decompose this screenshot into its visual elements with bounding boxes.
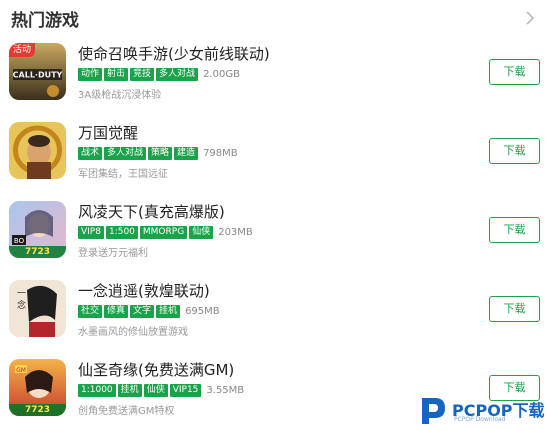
- game-tag: 动作: [78, 67, 103, 81]
- game-size: 3.55MB: [206, 384, 245, 396]
- game-tag: 仙侠: [143, 383, 168, 397]
- game-tag: 竞技: [130, 67, 155, 81]
- game-tag: MMORPG: [139, 225, 188, 239]
- call-of-duty-game-icon[interactable]: CALL·DUTY 活动: [9, 43, 66, 100]
- section-title: 热门游戏: [11, 11, 79, 31]
- svg-text:CALL·DUTY: CALL·DUTY: [13, 71, 63, 80]
- game-tag: 多人对战: [104, 146, 147, 160]
- game-tag: 多人对战: [156, 67, 199, 81]
- site-badge: 7723: [9, 404, 66, 416]
- site-badge: 7723: [9, 246, 66, 258]
- game-meta: 社交 修真 文字 挂机 695MB: [78, 304, 220, 318]
- game-description: 3A级枪战沉浸体验: [78, 90, 162, 101]
- game-meta: 1:1000 挂机 仙侠 VIP15 3.55MB: [78, 383, 244, 397]
- svg-text:一: 一: [17, 289, 26, 299]
- game-tag: 策略: [148, 146, 173, 160]
- game-name[interactable]: 一念逍遥(敦煌联动): [78, 280, 210, 301]
- game-tag: 修真: [104, 304, 129, 318]
- activity-ribbon: 活动: [9, 43, 36, 57]
- watermark: PCPOP下载 PCPOP Download: [416, 392, 548, 431]
- fengling-tianxia-game-icon[interactable]: BO 7723: [9, 201, 66, 258]
- game-name[interactable]: 仙圣奇缘(免费送满GM): [78, 359, 234, 380]
- game-size: 695MB: [185, 305, 220, 317]
- download-button[interactable]: 下载: [489, 138, 540, 164]
- game-tag: 仙侠: [189, 225, 214, 239]
- game-tag: 挂机: [117, 383, 142, 397]
- game-tag: 射击: [104, 67, 129, 81]
- game-description: 登录送万元福利: [78, 248, 148, 259]
- game-size: 798MB: [203, 147, 238, 159]
- game-meta: 动作 射击 竞技 多人对战 2.00GB: [78, 67, 240, 81]
- game-row[interactable]: 一 念 一念逍遥(敦煌联动) 社交 修真 文字 挂机 695MB 水墨画风的修仙…: [0, 273, 548, 352]
- svg-text:念: 念: [17, 299, 26, 311]
- game-description: 水墨画风的修仙放置游戏: [78, 327, 188, 338]
- pcpop-logo-icon: [422, 398, 445, 424]
- game-name[interactable]: 使命召唤手游(少女前线联动): [78, 43, 270, 64]
- svg-text:GM: GM: [16, 367, 26, 374]
- game-description: 创角免费送满GM特权: [78, 406, 175, 417]
- svg-text:BO: BO: [14, 237, 25, 245]
- yinian-xiaoyao-game-icon[interactable]: 一 念: [9, 280, 66, 337]
- game-row[interactable]: CALL·DUTY 活动 使命召唤手游(少女前线联动) 动作 射击 竞技 多人对…: [0, 36, 548, 115]
- game-row[interactable]: BO 7723 风凌天下(真充高爆版) VIP8 1:500 MMORPG 仙侠…: [0, 194, 548, 273]
- watermark-subtext: PCPOP Download: [454, 416, 506, 423]
- game-meta: 战术 多人对战 策略 建造 798MB: [78, 146, 238, 160]
- game-tag: 建造: [174, 146, 199, 160]
- download-button[interactable]: 下载: [489, 59, 540, 85]
- game-tag: 战术: [78, 146, 103, 160]
- game-meta: VIP8 1:500 MMORPG 仙侠 203MB: [78, 225, 253, 239]
- game-name[interactable]: 万国觉醒: [78, 122, 138, 143]
- game-tag: VIP15: [169, 383, 202, 397]
- game-size: 2.00GB: [203, 68, 240, 80]
- download-button[interactable]: 下载: [489, 217, 540, 243]
- game-size: 203MB: [218, 226, 253, 238]
- game-row[interactable]: 万国觉醒 战术 多人对战 策略 建造 798MB 军团集结，王国远征 下载: [0, 115, 548, 194]
- game-name[interactable]: 风凌天下(真充高爆版): [78, 201, 225, 222]
- game-tag: 1:500: [105, 225, 138, 239]
- game-tag: VIP8: [78, 225, 104, 239]
- game-tag: 1:1000: [78, 383, 116, 397]
- game-description: 军团集结，王国远征: [78, 169, 168, 180]
- xiansheng-qiyuan-game-icon[interactable]: GM 7723: [9, 359, 66, 416]
- game-tag: 挂机: [156, 304, 181, 318]
- game-tag: 文字: [130, 304, 155, 318]
- section-header[interactable]: 热门游戏: [0, 0, 548, 36]
- rise-of-kingdoms-game-icon[interactable]: [9, 122, 66, 179]
- chevron-right-icon[interactable]: [524, 9, 536, 27]
- game-list: CALL·DUTY 活动 使命召唤手游(少女前线联动) 动作 射击 竞技 多人对…: [0, 36, 548, 431]
- download-button[interactable]: 下载: [489, 296, 540, 322]
- game-tag: 社交: [78, 304, 103, 318]
